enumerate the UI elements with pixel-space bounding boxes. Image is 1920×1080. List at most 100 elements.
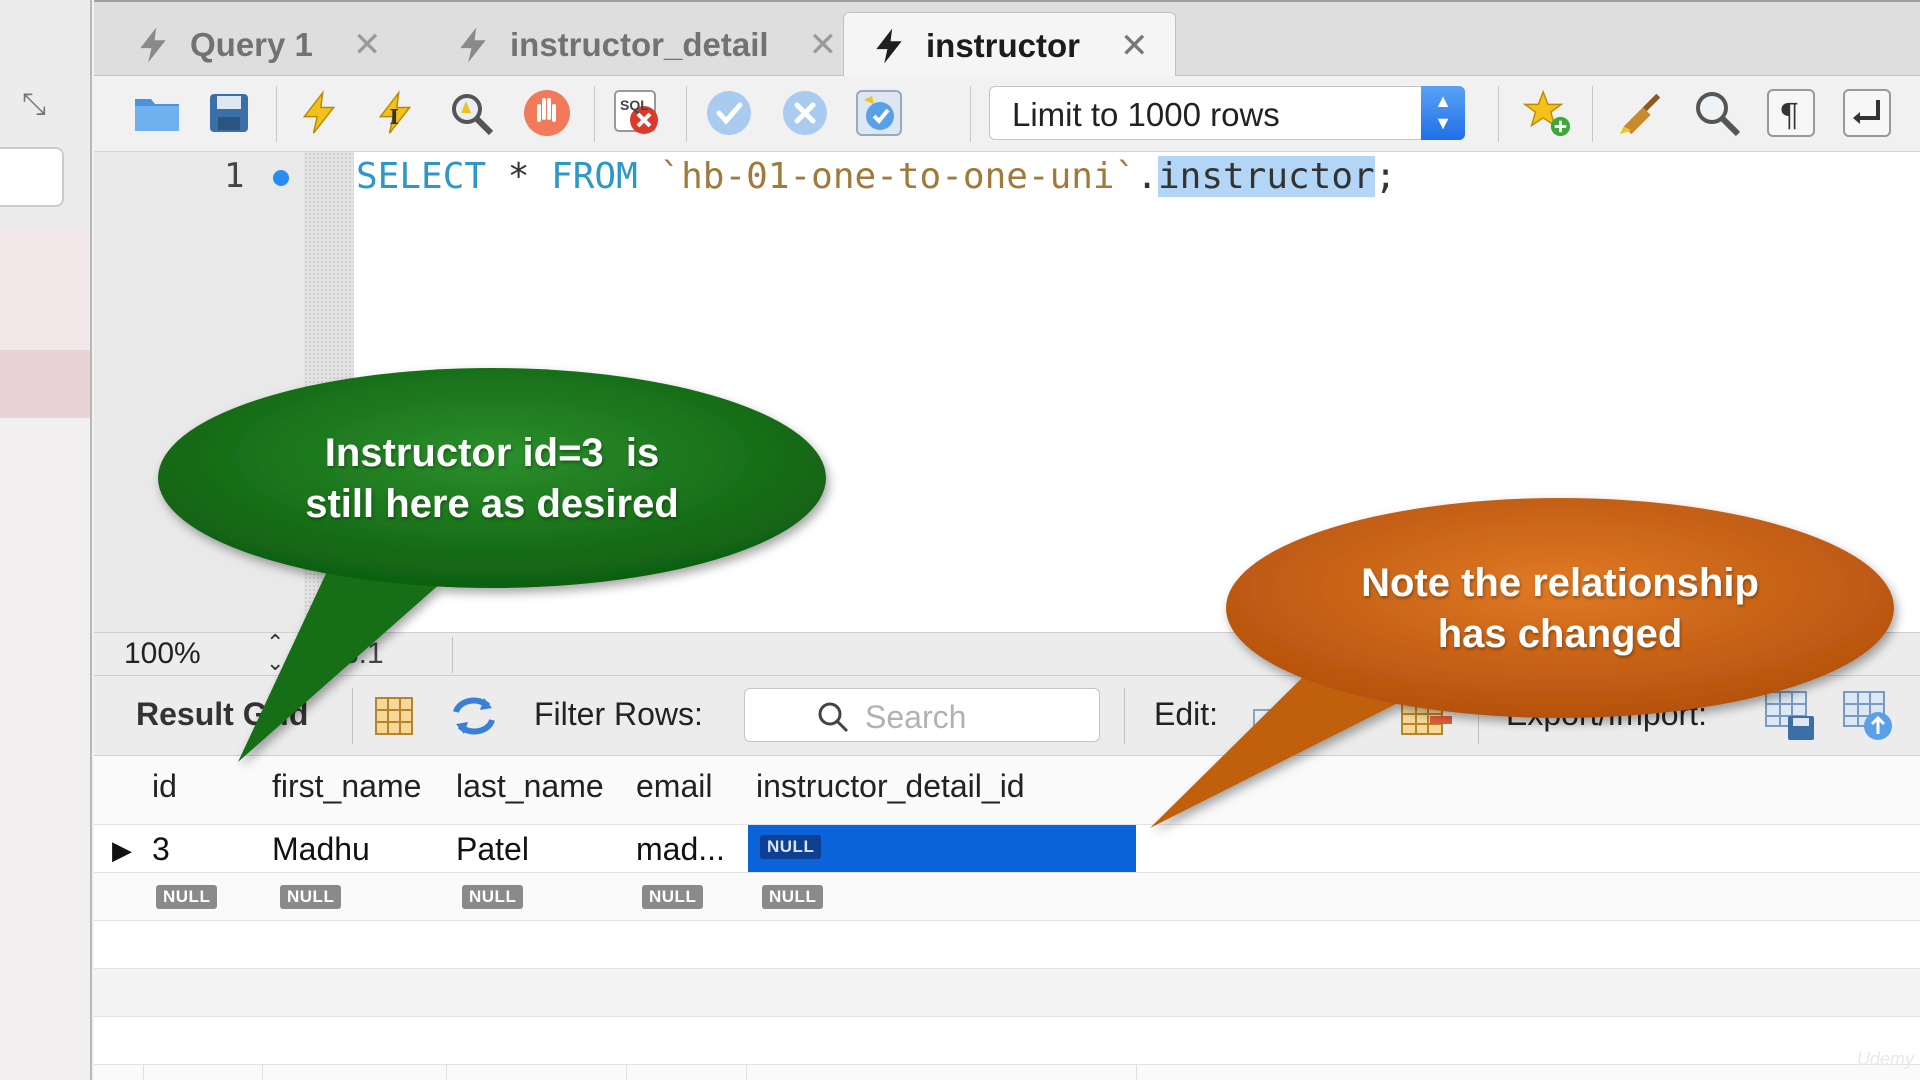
table-row-new[interactable]: NULL NULL NULL NULL NULL (94, 873, 1920, 921)
autocommit-icon[interactable] (854, 88, 904, 138)
result-grid[interactable]: id first_name last_name email instructor… (94, 756, 1920, 1080)
cell-id[interactable]: 3 (152, 831, 170, 868)
fold-margin (304, 152, 354, 632)
select-stepper-icon[interactable]: ▲ ▼ (1421, 86, 1465, 140)
toolbar-separator (1592, 86, 1593, 142)
tab-instructor-detail[interactable]: instructor_detail ✕ (454, 12, 837, 78)
toolbar-separator (276, 86, 277, 142)
column-header-id[interactable]: id (152, 768, 177, 805)
zoom-stepper-icon[interactable]: ⌃ ⌄ (266, 632, 284, 674)
line-number: 1 (224, 156, 245, 196)
green-callout-line2: still here as desired (305, 482, 679, 526)
sql-keyword-from: FROM (551, 156, 638, 197)
close-icon[interactable]: ✕ (809, 25, 838, 65)
sql-keyword-select: SELECT (356, 156, 487, 197)
column-header-last-name[interactable]: last_name (456, 768, 604, 805)
search-icon (818, 702, 849, 733)
delete-row-icon[interactable] (1400, 692, 1454, 745)
sql-dot: . (1136, 156, 1158, 197)
lightning-icon (460, 27, 486, 63)
null-badge: NULL (760, 835, 822, 859)
sql-table-name-selected: instructor (1157, 156, 1375, 197)
sidebar-selected-schema[interactable] (0, 350, 90, 418)
statement-marker-icon (273, 170, 289, 186)
export-import-label: Export/Import: (1506, 696, 1707, 732)
sql-editor-toolbar: I SQL Limit to 1000 rows ▲ ▼ ¶ (94, 76, 1920, 152)
toolbar-separator (686, 86, 687, 142)
grid-view-icon[interactable] (372, 694, 416, 743)
import-icon[interactable] (1842, 690, 1896, 747)
stop-icon[interactable] (522, 88, 572, 138)
orange-callout-line1: Note the relationship (1361, 561, 1759, 605)
toolbar-separator (970, 86, 971, 142)
cell-email[interactable]: mad... (636, 831, 725, 868)
null-badge[interactable]: NULL (642, 885, 704, 909)
sql-schema-name: `hb-01-one-to-one-uni` (637, 156, 1137, 197)
tab-label: Query 1 (190, 26, 313, 63)
edit-cell-icon[interactable] (1252, 692, 1302, 745)
toggle-error-icon[interactable]: SQL (612, 88, 662, 138)
save-icon[interactable] (204, 88, 254, 138)
commit-icon[interactable] (704, 88, 754, 138)
lightning-icon (876, 28, 902, 63)
explain-icon[interactable] (446, 88, 496, 138)
execute-icon[interactable] (294, 88, 344, 138)
sql-statement[interactable]: SELECT * FROM `hb-01-one-to-one-uni`.ins… (356, 156, 1396, 197)
rollback-icon[interactable] (780, 88, 830, 138)
column-header-email[interactable]: email (636, 768, 712, 805)
search-placeholder: Search (865, 699, 967, 735)
orange-callout-line2: has changed (1437, 612, 1683, 656)
empty-row (94, 921, 1920, 969)
table-row[interactable]: ▶ 3 Madhu Patel mad... NULL (94, 825, 1920, 873)
close-icon[interactable]: ✕ (353, 25, 382, 65)
null-badge[interactable]: NULL (156, 885, 218, 909)
green-callout-line1: Instructor id=3 is (324, 431, 660, 475)
invisibles-icon[interactable]: ¶ (1766, 88, 1816, 138)
query-tab-bar: Query 1 ✕ instructor_detail ✕ instructor… (94, 0, 1920, 78)
toolbar-separator (594, 86, 595, 142)
refresh-icon[interactable] (450, 694, 498, 743)
cursor-position: 8:1 (342, 637, 384, 670)
wrap-icon[interactable] (1842, 88, 1892, 138)
sidebar-schema-area (0, 230, 90, 350)
toolbar-separator (1498, 86, 1499, 142)
edit-label: Edit: (1154, 696, 1219, 732)
null-badge[interactable]: NULL (762, 885, 824, 909)
mysql-workbench-window: ⤡ Query 1 ✕ instructor_detail ✕ instruct… (0, 0, 1920, 1080)
current-row-arrow-icon: ▶ (112, 835, 132, 865)
execute-selection-icon[interactable]: I (370, 88, 420, 138)
sql-star: * (486, 156, 552, 197)
cell-instructor-detail-id-selected[interactable]: NULL (748, 825, 1136, 872)
collapse-sidebar-icon[interactable]: ⤡ (22, 88, 46, 122)
column-header-instructor-detail-id[interactable]: instructor_detail_id (756, 768, 1025, 805)
beautify-icon[interactable] (1616, 88, 1666, 138)
find-icon[interactable] (1692, 88, 1742, 138)
sidebar-filter-input[interactable] (0, 147, 64, 207)
cell-first-name[interactable]: Madhu (272, 831, 370, 868)
limit-rows-select[interactable]: Limit to 1000 rows ▲ ▼ (989, 86, 1465, 140)
limit-rows-value: Limit to 1000 rows (1012, 96, 1280, 133)
green-callout-text: Instructor id=3 is still here as desired (200, 428, 784, 530)
tab-label: instructor_detail (510, 26, 769, 63)
add-snippet-icon[interactable] (1522, 88, 1572, 138)
lightning-icon (140, 27, 166, 63)
export-icon[interactable] (1764, 690, 1818, 747)
schema-sidebar: ⤡ (0, 0, 92, 1080)
null-badge[interactable]: NULL (462, 885, 524, 909)
open-folder-icon[interactable] (132, 88, 182, 138)
result-separator (1124, 688, 1125, 744)
tab-query-1[interactable]: Query 1 ✕ (134, 12, 381, 78)
grid-header-row: id first_name last_name email instructor… (94, 756, 1920, 825)
close-icon[interactable]: ✕ (1120, 26, 1149, 66)
empty-row (94, 1017, 1920, 1065)
filter-search-input[interactable]: Search (744, 688, 1100, 742)
udemy-watermark: Udemy (1856, 1049, 1914, 1069)
column-header-first-name[interactable]: first_name (272, 768, 421, 805)
tab-instructor[interactable]: instructor ✕ (843, 12, 1176, 78)
result-toolbar: Result Grid Filter Rows: Search Edit: Ex… (94, 676, 1920, 756)
cell-last-name[interactable]: Patel (456, 831, 529, 868)
result-grid-tab[interactable]: Result Grid (136, 696, 308, 733)
svg-text:¶: ¶ (1779, 96, 1799, 134)
null-badge[interactable]: NULL (280, 885, 342, 909)
empty-row (94, 969, 1920, 1017)
